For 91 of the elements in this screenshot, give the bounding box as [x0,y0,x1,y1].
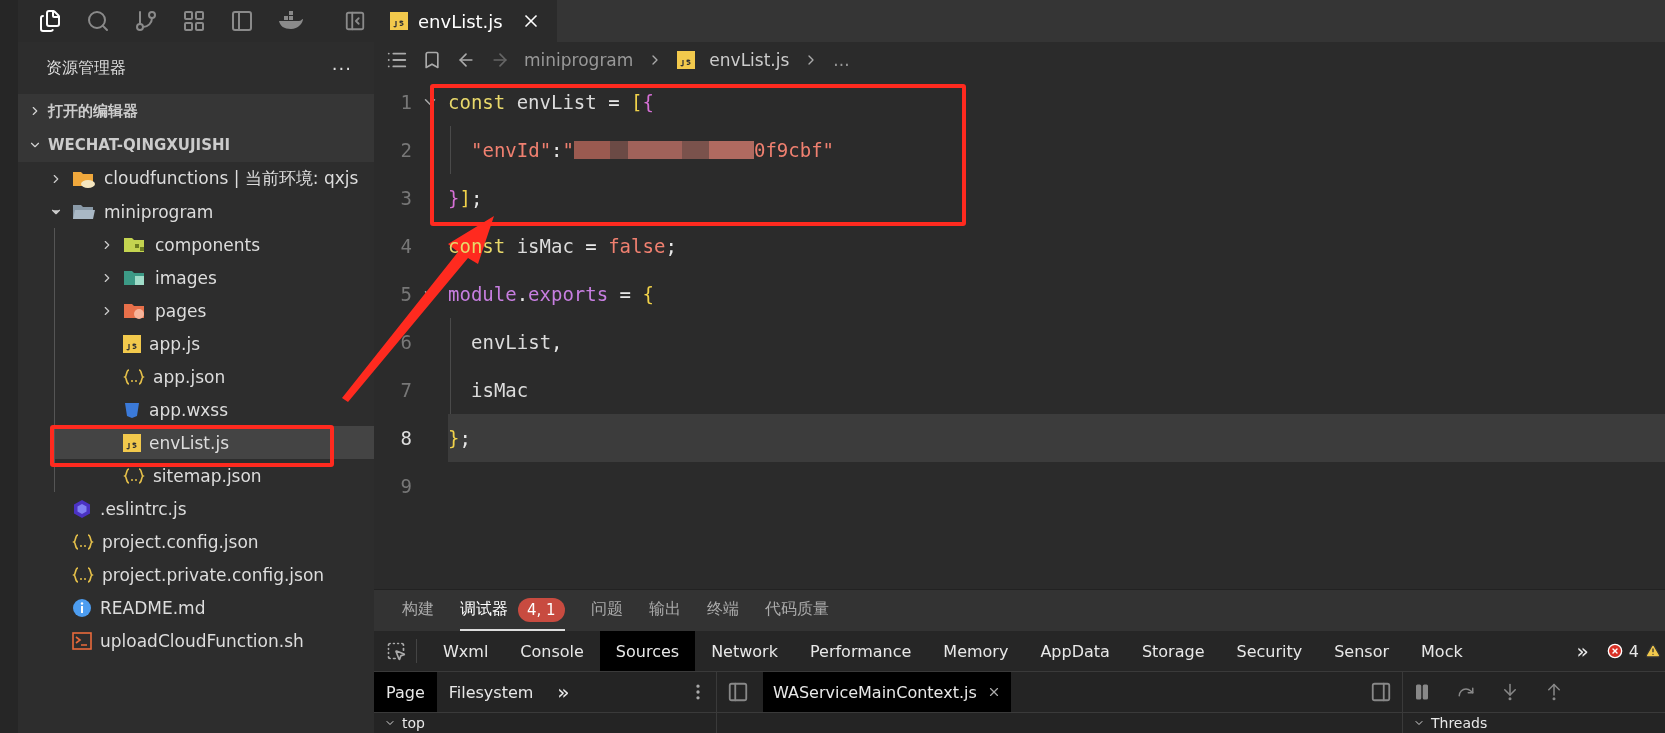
tree-item[interactable]: app.wxss [55,393,374,426]
editor-tab[interactable]: envList.js [374,0,557,42]
toggle-navigator-icon[interactable] [727,681,749,703]
devtools-tab[interactable]: Sources [599,631,696,671]
devtools-tab[interactable]: Memory [927,631,1025,671]
line-number: 9 [399,475,412,497]
line-number: 2 [399,139,412,161]
tree-item[interactable]: components [55,228,374,261]
inspect-icon[interactable] [386,641,406,662]
tree-item[interactable]: pages [55,294,374,327]
line-number: 8 [399,427,412,449]
devtools-tab[interactable]: Sensor [1318,631,1406,671]
code-line: }]; [448,187,483,209]
breadcrumb-item[interactable]: ... [833,50,850,70]
code-line: "envId":" 0f9cbf" [471,139,835,161]
css-file-icon [123,400,141,419]
line-number: 7 [399,379,412,401]
step-into-icon[interactable] [1501,683,1519,701]
step-out-icon[interactable] [1545,683,1563,701]
error-count: 4 [1628,641,1639,661]
devtools-tab[interactable]: Wxml [427,631,505,671]
devtools-tab[interactable]: Performance [793,631,928,671]
js-file-icon [677,51,696,69]
tree-item[interactable]: uploadCloudFunction.sh [18,624,374,657]
line-number: 5 [399,283,412,305]
devtools-tab[interactable]: Storage [1125,631,1221,671]
section-header[interactable]: WECHAT-QINGXUJISHI [18,128,374,162]
tree-item[interactable]: images [55,261,374,294]
panel-tab[interactable]: 输出 [648,590,681,632]
more-tabs-button[interactable]: » [1576,639,1589,664]
code-line: const envList = [{ [448,91,654,113]
search-icon[interactable] [86,9,110,33]
line-number: 1 [399,91,412,113]
tree-item[interactable]: project.config.json [18,525,374,558]
panel-tab[interactable]: 问题 [590,590,623,632]
file-tab[interactable]: WAServiceMainContext.js [763,672,1011,712]
toggle-debugger-icon[interactable] [1370,681,1392,703]
whale-icon[interactable] [278,11,304,31]
breadcrumb-item[interactable]: envList.js [709,50,790,70]
tree-item[interactable]: top [402,715,425,731]
panel-tab[interactable]: 终端 [706,590,739,632]
line-number: 6 [399,331,412,353]
tree-item[interactable]: miniprogram [18,195,374,228]
explorer-icon[interactable] [38,9,62,33]
extensions-icon[interactable] [182,9,206,33]
code-line: envList, [471,331,563,353]
line-number: 3 [399,187,412,209]
js-file-icon [123,433,141,452]
js-file-icon [390,12,408,30]
breadcrumb-item[interactable]: miniprogram [524,50,634,70]
tree-item[interactable]: cloudfunctions | 当前环境: qxjs [18,162,374,195]
warning-icon [1645,643,1661,660]
panel-tab[interactable]: 构建 [402,590,434,632]
tree-item[interactable]: project.private.config.json [18,558,374,591]
braces-icon [72,565,94,584]
more-tabs-button[interactable]: » [545,672,582,712]
tree-item[interactable]: app.js [55,327,374,360]
devtools-tab[interactable]: Console [504,631,600,671]
navigator-tab[interactable]: Filesystem [436,672,546,712]
tree-item[interactable]: .eslintrc.js [18,492,374,525]
more-button[interactable]: ··· [331,57,352,79]
pause-icon[interactable] [1413,683,1431,701]
devtools-tab[interactable]: AppData [1024,631,1126,671]
error-icon [1606,643,1623,660]
count-badge: 4, 1 [518,597,565,622]
line-number: 4 [399,235,412,257]
code-line: }; [448,427,471,449]
tree-item[interactable]: README.md [18,591,374,624]
terminal-icon [72,631,92,650]
code-line: module.exports = { [448,283,654,305]
explorer-title: 资源管理器 [46,57,126,79]
layout-icon[interactable] [230,9,254,33]
navigator-tab[interactable]: Page [374,672,437,712]
js-file-icon [123,334,141,353]
branch-icon[interactable] [134,9,158,33]
devtools-tab[interactable]: Mock [1405,631,1479,671]
tree-item[interactable]: sitemap.json [55,459,374,492]
tree-item[interactable]: app.json [55,360,374,393]
section-header[interactable]: 打开的编辑器 [18,94,374,128]
bookmark-icon[interactable] [422,50,442,70]
panel-tab[interactable]: 代码质量 [764,590,829,632]
code-line: isMac [471,379,529,401]
braces-icon [123,466,145,485]
braces-icon [123,367,145,386]
info-icon [72,597,92,618]
section-header[interactable]: Threads [1431,715,1488,731]
braces-icon [72,532,94,551]
devtools-tab[interactable]: Security [1220,631,1319,671]
devtools-tab[interactable]: Network [695,631,794,671]
hexagon-icon [72,498,92,519]
collapse-panel-icon[interactable] [344,10,366,32]
